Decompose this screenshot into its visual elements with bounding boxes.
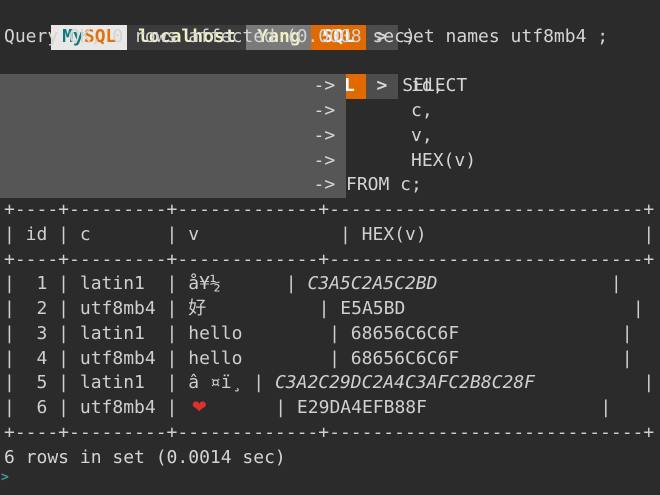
table-row-1: | 1 | latin1 | å¥½ | C3A5C2A5C2BD | [0, 272, 660, 297]
prompt-line-input[interactable]: > MySQL localhost Yang SQL > [0, 470, 660, 495]
table-row-3: | 3 | latin1 | hello | 68656C6C6F | [4, 322, 633, 344]
continuation-line-3: -> v, [0, 123, 660, 149]
continuation-line-1: -> id, [0, 74, 660, 99]
heart-emoji-icon: ❤ [191, 397, 207, 418]
continuation-arrow-icon: -> [0, 173, 346, 198]
prompt-line-1: MySQL localhost Yang SQL > set names utf… [0, 0, 660, 50]
row2-cjk-value: 好 [188, 298, 207, 319]
row5-end: | [535, 372, 655, 394]
command-col-v: v, [346, 124, 433, 146]
prompt-line-2: MySQL localhost Yang SQL > SELECT [0, 50, 660, 99]
continuation-line-2: -> c, [0, 99, 660, 124]
table-row-5: | 5 | latin1 | â ¤ï¸ | C3A2C29DC2A4C3AFC… [0, 371, 660, 396]
row1-hex-value: C3A5C2A5C2BD [307, 273, 438, 295]
continuation-arrow-icon: -> [0, 74, 346, 99]
command-set-names: set names utf8mb4 ; [402, 25, 609, 47]
command-col-hex: HEX(v) [346, 149, 477, 171]
continuation-arrow-icon: -> [0, 148, 346, 174]
output-rows-in-set: 6 rows in set (0.0014 sec) [4, 446, 286, 468]
row5-cells: | 5 | latin1 | â ¤ï¸ | [4, 372, 275, 394]
continuation-line-4: -> HEX(v) [0, 148, 660, 174]
command-col-id: id, [346, 75, 444, 97]
row6-cells: | 6 | utf8mb4 | [4, 397, 189, 418]
table-row-6: | 6 | utf8mb4 | ❤ | E29DA4EFB88F | [0, 396, 660, 421]
continuation-arrow-icon: -> [0, 123, 346, 149]
continuation-arrow-icon: -> [0, 99, 346, 124]
row1-end: | [437, 273, 622, 295]
table-header-row: | id | c | v | HEX(v) | [4, 223, 655, 245]
command-col-c: c, [346, 100, 433, 121]
row5-hex-value: C3A2C29DC2A4C3AFC2B8C28F [274, 372, 536, 394]
table-row-4: | 4 | utf8mb4 | hello | 68656C6C6F | [4, 347, 633, 369]
table-border-mid: +----+---------+-------------+----------… [4, 248, 655, 270]
table-row-2: | 2 | utf8mb4 | 好 | E5A5BD | [0, 297, 660, 322]
table-border-bottom: +----+---------+-------------+----------… [4, 421, 655, 443]
terminal-window[interactable]: MySQL localhost Yang SQL > set names utf… [0, 0, 660, 495]
continuation-line-5: -> FROM c; [0, 173, 660, 198]
command-from: FROM c; [346, 174, 422, 196]
row2-cells: | 2 | utf8mb4 | [4, 298, 189, 319]
row6-end: | E29DA4EFB88F | [210, 397, 612, 418]
chevron-icon: > [1, 470, 9, 486]
row1-cells: | 1 | latin1 | å¥½ | [4, 273, 308, 295]
row2-end: | E5A5BD | [210, 298, 644, 319]
table-border-top: +----+---------+-------------+----------… [4, 199, 655, 220]
